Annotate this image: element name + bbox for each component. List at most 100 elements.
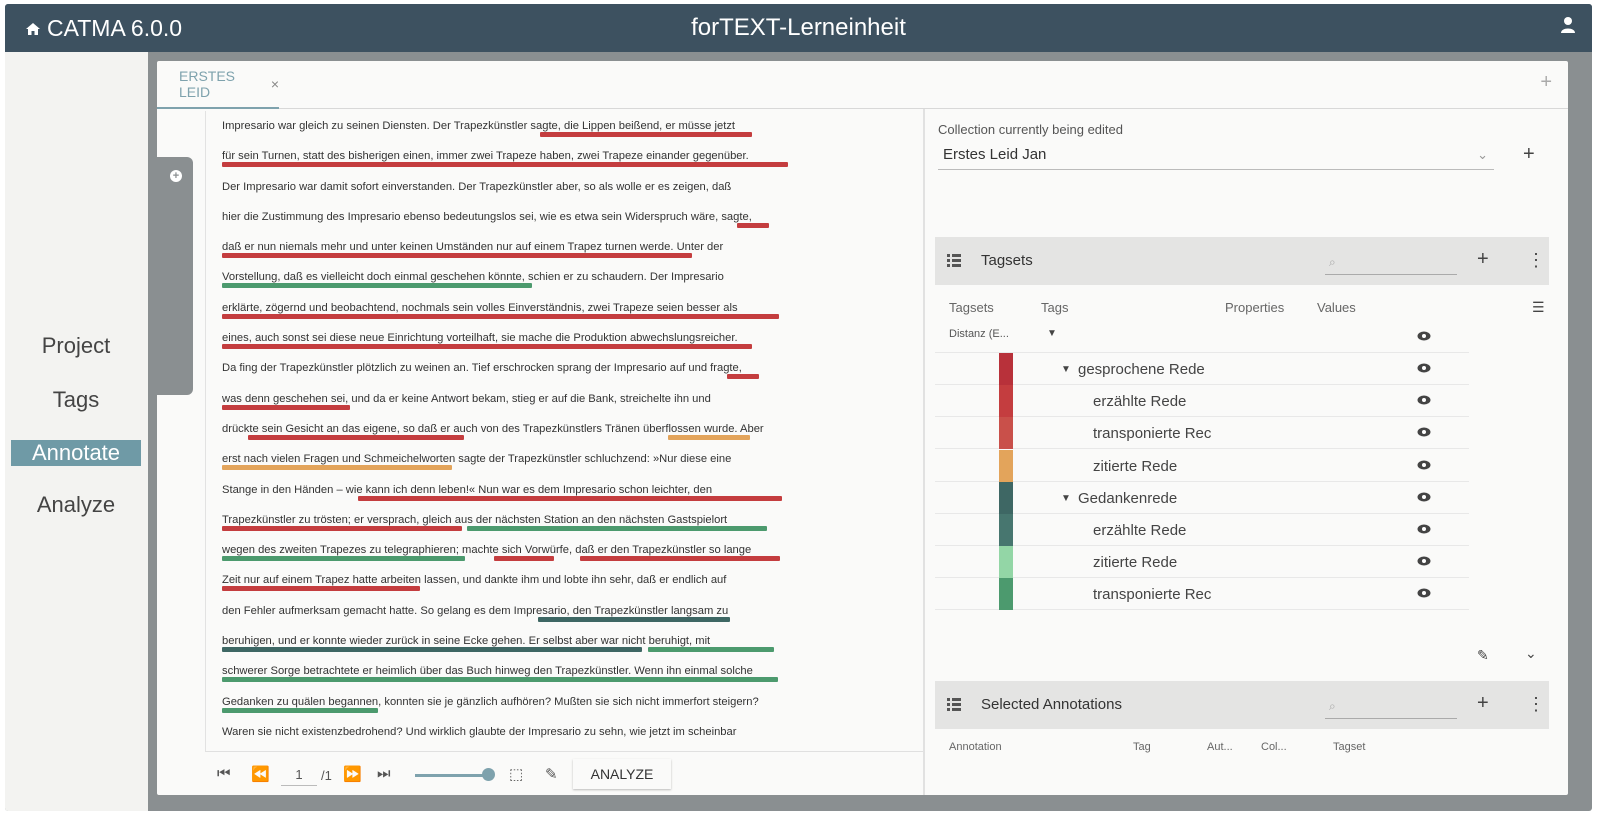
sidebar-item-annotate[interactable]: Annotate — [11, 440, 141, 466]
zoom-slider-handle[interactable] — [482, 768, 495, 781]
annotation-underline[interactable] — [222, 556, 465, 562]
tag-row[interactable]: transponierte Rec — [935, 578, 1469, 611]
eye-icon[interactable] — [1417, 524, 1431, 534]
tag-row[interactable]: zitierte Rede — [935, 546, 1469, 579]
text-line[interactable]: Trapezkünstler zu trösten; er versprach,… — [222, 505, 802, 535]
caret-down-icon[interactable]: ▼ — [1061, 364, 1071, 375]
menu-icon[interactable]: ☰ — [1532, 299, 1545, 316]
annotation-underline[interactable] — [222, 313, 779, 319]
tag-row[interactable]: zitierte Rede — [935, 449, 1469, 482]
annotation-underline[interactable] — [222, 677, 778, 683]
add-annotation-button[interactable]: + — [1477, 692, 1489, 715]
drawer-handle[interactable]: + — [157, 157, 193, 395]
sidebar-item-tags[interactable]: Tags — [11, 387, 141, 413]
plus-circle-icon[interactable]: + — [170, 170, 182, 182]
annotation-underline[interactable] — [222, 525, 462, 531]
text-line[interactable]: Vorstellung, daß es vielleicht doch einm… — [222, 262, 802, 292]
tab-erstes-leid[interactable]: ERSTES LEID × — [157, 61, 279, 109]
page-input[interactable] — [281, 764, 317, 786]
annotation-underline[interactable] — [222, 162, 788, 168]
annotation-underline[interactable] — [222, 586, 420, 592]
text-line[interactable]: beruhigen, und er konnte wieder zurück i… — [222, 626, 802, 656]
annotation-underline[interactable] — [222, 404, 350, 410]
close-icon[interactable]: × — [271, 76, 279, 92]
text-line[interactable]: Impresario war gleich zu seinen Diensten… — [222, 111, 802, 141]
text-line[interactable]: Zeit nur auf einem Trapez hatte arbeiten… — [222, 565, 802, 595]
eye-icon[interactable] — [1417, 556, 1431, 566]
add-tab-icon[interactable]: + — [1540, 71, 1552, 94]
column-header[interactable]: Tags — [1041, 300, 1068, 315]
eye-icon[interactable] — [1417, 331, 1431, 341]
annotation-underline[interactable] — [538, 616, 730, 622]
selected-annotations-search-input[interactable]: ⌕ — [1325, 699, 1457, 719]
column-header[interactable]: Properties — [1225, 300, 1284, 315]
text-line[interactable]: schwerer Sorge betrachtete er heimlich ü… — [222, 656, 802, 686]
collection-select[interactable]: Erstes Leid Jan ⌄ — [938, 142, 1494, 170]
first-page-icon[interactable]: ⏮ — [217, 765, 231, 782]
annotation-underline[interactable] — [467, 525, 767, 531]
eraser-icon[interactable]: ✎ — [1477, 647, 1489, 664]
column-header[interactable]: Tagsets — [949, 300, 994, 315]
column-header[interactable]: Aut... — [1207, 741, 1233, 753]
user-icon[interactable] — [1560, 16, 1576, 34]
eye-icon[interactable] — [1417, 492, 1431, 502]
text-line[interactable]: hier die Zustimmung des Impresario ebens… — [222, 202, 802, 232]
eye-icon[interactable] — [1417, 427, 1431, 437]
document-view[interactable]: Impresario war gleich zu seinen Diensten… — [205, 111, 923, 751]
eye-icon[interactable] — [1417, 363, 1431, 373]
annotation-underline[interactable] — [222, 283, 532, 289]
forward-icon[interactable]: ⏩ — [343, 765, 362, 783]
annotation-underline[interactable] — [222, 647, 642, 653]
annotation-underline[interactable] — [222, 253, 692, 259]
text-line[interactable]: was denn geschehen sei, und da er keine … — [222, 384, 802, 414]
annotation-underline[interactable] — [222, 344, 752, 350]
tag-row[interactable]: erzählte Rede — [935, 514, 1469, 546]
analyze-button[interactable]: ANALYZE — [573, 759, 671, 789]
tag-row[interactable]: erzählte Rede — [935, 385, 1469, 418]
text-line[interactable]: den Fehler aufmerksam gemacht hatte. So … — [222, 596, 802, 626]
column-header[interactable]: Tag — [1133, 741, 1151, 753]
caret-down-icon[interactable]: ▼ — [1061, 493, 1071, 504]
text-line[interactable]: Da fing der Trapezkünstler plötzlich zu … — [222, 353, 802, 383]
text-line[interactable]: Stange in den Händen – wie kann ich denn… — [222, 475, 802, 505]
eye-icon[interactable] — [1417, 395, 1431, 405]
select-area-icon[interactable]: ⬚ — [509, 765, 523, 783]
eye-icon[interactable] — [1417, 588, 1431, 598]
annotation-underline[interactable] — [494, 556, 554, 562]
tag-row[interactable]: transponierte Rec — [935, 417, 1469, 450]
add-collection-button[interactable]: + — [1523, 143, 1535, 166]
annotation-underline[interactable] — [648, 647, 774, 653]
annotation-underline[interactable] — [737, 222, 769, 228]
last-page-icon[interactable]: ⏭ — [377, 765, 391, 782]
more-options-icon[interactable]: ⋮ — [1527, 694, 1545, 715]
eye-icon[interactable] — [1417, 460, 1431, 470]
column-header[interactable]: Annotation — [949, 741, 1002, 753]
add-tagset-button[interactable]: + — [1477, 248, 1489, 271]
tagset-row[interactable]: Distanz (E... ▼ — [935, 321, 1469, 353]
tag-row[interactable]: ▼ gesprochene Rede — [935, 353, 1469, 385]
tagsets-search-input[interactable]: ⌕ — [1325, 255, 1457, 275]
text-line[interactable]: daß er nun niemals mehr und unter keinen… — [222, 232, 802, 262]
text-line[interactable]: erklärte, zögernd und beobachtend, nochm… — [222, 293, 802, 323]
annotation-underline[interactable] — [580, 556, 780, 562]
annotation-underline[interactable] — [248, 434, 464, 440]
annotation-underline[interactable] — [358, 495, 782, 501]
text-line[interactable]: für sein Turnen, statt des bisherigen ei… — [222, 141, 802, 171]
annotation-underline[interactable] — [222, 465, 452, 471]
text-line[interactable]: Gedanken zu quälen begannen, konnten sie… — [222, 687, 802, 717]
sidebar-item-project[interactable]: Project — [11, 333, 141, 359]
expand-down-icon[interactable]: ⌄ — [1525, 645, 1537, 662]
split-divider[interactable] — [923, 109, 925, 795]
text-line[interactable]: Der Impresario war damit sofort einverst… — [222, 172, 802, 202]
tag-row[interactable]: ▼ Gedankenrede — [935, 481, 1469, 514]
annotation-underline[interactable] — [222, 707, 378, 713]
column-header[interactable]: Values — [1317, 300, 1356, 315]
text-line[interactable]: eines, auch sonst sei diese neue Einrich… — [222, 323, 802, 353]
caret-down-icon[interactable]: ▼ — [1047, 328, 1057, 339]
column-header[interactable]: Col... — [1261, 741, 1287, 753]
more-options-icon[interactable]: ⋮ — [1527, 250, 1545, 271]
annotation-underline[interactable] — [727, 374, 759, 380]
column-header[interactable]: Tagset — [1333, 741, 1365, 753]
text-line[interactable]: drückte sein Gesicht an das eigene, so d… — [222, 414, 802, 444]
annotation-underline[interactable] — [668, 434, 750, 440]
